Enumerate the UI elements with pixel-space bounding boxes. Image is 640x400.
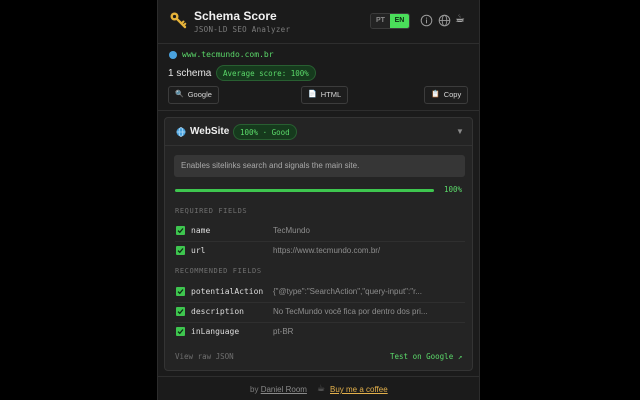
- app-title: Schema Score: [194, 9, 277, 23]
- copy-button-label: Copy: [443, 90, 462, 99]
- check-icon: [176, 327, 185, 336]
- language-toggle: PT EN: [370, 13, 410, 29]
- schema-card: WebSite 100% · Good ▼ Enables sitelinks …: [164, 117, 473, 371]
- field-value: TecMundo: [273, 226, 310, 235]
- schema-description: Enables sitelinks search and signals the…: [174, 155, 465, 177]
- html-button-label: HTML: [320, 90, 342, 99]
- field-value: {"@type":"SearchAction","query-input":"r…: [273, 287, 422, 296]
- check-icon: [176, 307, 185, 316]
- footer-credit: by Daniel Room: [250, 385, 307, 394]
- schema-type-title: WebSite: [190, 126, 230, 137]
- recommended-fields-label: RECOMMENDED FIELDS: [175, 267, 262, 275]
- field-value: pt-BR: [273, 327, 294, 336]
- score-progress-fill: [175, 189, 434, 192]
- field-row: description No TecMundo você fica por de…: [175, 303, 465, 323]
- copy-button[interactable]: 📋 Copy: [424, 86, 469, 104]
- lang-pt-button[interactable]: PT: [371, 14, 390, 28]
- field-row: inLanguage pt-BR: [175, 323, 465, 343]
- field-value: https://www.tecmundo.com.br/: [273, 246, 381, 255]
- average-score-badge: Average score: 100%: [216, 65, 316, 81]
- header: Schema Score JSON-LD SEO Analyzer PT EN …: [158, 0, 479, 44]
- app-subtitle: JSON-LD SEO Analyzer: [194, 25, 291, 34]
- lang-en-button[interactable]: EN: [390, 14, 409, 28]
- info-icon[interactable]: [420, 14, 433, 27]
- document-icon: 📄: [308, 91, 317, 98]
- site-globe-icon: [169, 51, 177, 59]
- score-progress-bar: [175, 189, 434, 192]
- google-button-label: Google: [187, 90, 212, 99]
- google-button[interactable]: 🔍 Google: [168, 86, 219, 104]
- field-name: description: [191, 307, 244, 316]
- schema-count: 1 schema: [168, 68, 212, 79]
- field-name: inLanguage: [191, 327, 240, 336]
- globe-icon: [176, 127, 186, 137]
- clipboard-icon: 📋: [431, 91, 440, 98]
- footer-by: by: [250, 385, 259, 394]
- required-fields-label: REQUIRED FIELDS: [175, 207, 248, 215]
- collapse-icon[interactable]: ▼: [456, 127, 464, 136]
- test-on-google-link[interactable]: Test on Google ↗: [390, 352, 462, 361]
- extension-popup: Schema Score JSON-LD SEO Analyzer PT EN …: [157, 0, 480, 400]
- field-name: name: [191, 226, 211, 235]
- check-icon: [176, 226, 185, 235]
- score-progress-label: 100%: [444, 185, 463, 194]
- search-icon: 🔍: [175, 91, 184, 98]
- field-name: potentialAction: [191, 287, 264, 296]
- field-row: name TecMundo: [175, 222, 465, 242]
- coffee-icon[interactable]: ☕: [455, 12, 468, 25]
- check-icon: [176, 287, 185, 296]
- check-icon: [176, 246, 185, 255]
- footer: by Daniel Room ☕ Buy me a coffee: [158, 376, 479, 400]
- globe-icon[interactable]: [438, 14, 451, 27]
- analyzed-url: www.tecmundo.com.br: [182, 50, 274, 59]
- summary-section: www.tecmundo.com.br 1 schema Average sco…: [158, 45, 479, 111]
- field-name: url: [191, 246, 206, 255]
- html-button[interactable]: 📄 HTML: [301, 86, 349, 104]
- buy-coffee-link[interactable]: Buy me a coffee: [330, 385, 388, 394]
- author-link[interactable]: Daniel Room: [261, 385, 307, 394]
- field-row: url https://www.tecmundo.com.br/: [175, 242, 465, 262]
- coffee-icon: ☕: [317, 383, 326, 393]
- field-row: potentialAction {"@type":"SearchAction",…: [175, 283, 465, 303]
- schema-card-header[interactable]: WebSite 100% · Good ▼: [165, 118, 472, 146]
- schema-score-badge: 100% · Good: [233, 124, 297, 140]
- key-icon: [170, 12, 187, 29]
- view-raw-json-link[interactable]: View raw JSON: [175, 352, 234, 361]
- field-value: No TecMundo você fica por dentro dos pri…: [273, 307, 428, 316]
